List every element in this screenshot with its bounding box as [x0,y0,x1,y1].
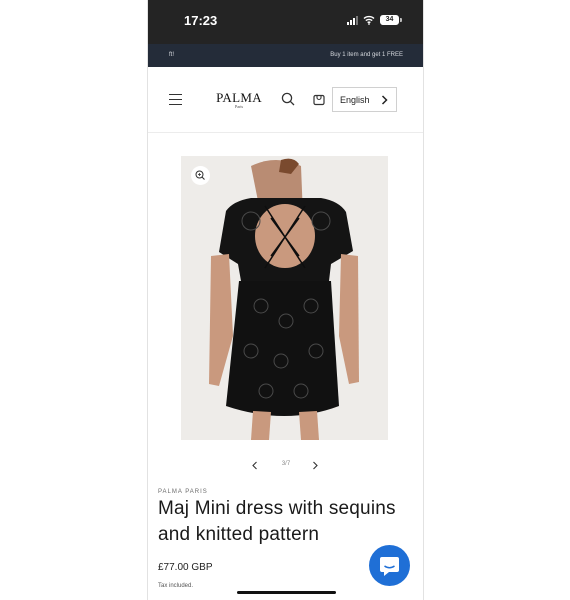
home-indicator [237,591,336,594]
site-header: PALMA Paris English [148,67,423,133]
announcement-left-text: ft! [169,52,175,58]
announcement-right-text: Buy 1 item and get 1 FREE [330,52,403,58]
zoom-button[interactable] [191,166,210,185]
wifi-icon [363,15,375,25]
zoom-icon [195,170,205,180]
store-logo[interactable]: PALMA Paris [214,91,264,109]
chat-icon [380,557,399,576]
product-vendor: PALMA PARIS [158,489,208,495]
menu-icon[interactable] [169,94,182,106]
status-bar: 17:23 34 [148,0,423,44]
product-title: Maj Mini dress with sequins and knitted … [158,498,396,545]
product-price: £77.00 GBP [158,562,213,573]
chat-button[interactable] [369,545,410,586]
search-icon[interactable] [281,92,295,106]
cart-icon[interactable] [312,92,326,106]
chevron-left-icon[interactable] [251,461,259,470]
battery-indicator: 34 [380,15,402,25]
product-image[interactable] [181,156,388,440]
dress-photo [181,156,388,440]
gallery-pager: 3/7 [148,459,423,473]
language-label: English [340,95,370,105]
announcement-bar[interactable]: ft! Buy 1 item and get 1 FREE [148,44,423,67]
gallery-counter: 3/7 [281,461,291,467]
logo-brand-text: PALMA [216,90,262,105]
status-icons: 34 [347,15,402,25]
mobile-screen: 17:23 34 ft! Buy 1 item and get 1 FREE P… [147,0,424,600]
status-time: 17:23 [184,13,218,28]
language-selector[interactable]: English [332,87,397,112]
chevron-right-icon[interactable] [311,461,319,470]
tax-note: Tax included. [158,583,194,589]
signal-icon [347,15,358,25]
chevron-right-icon [381,95,388,105]
